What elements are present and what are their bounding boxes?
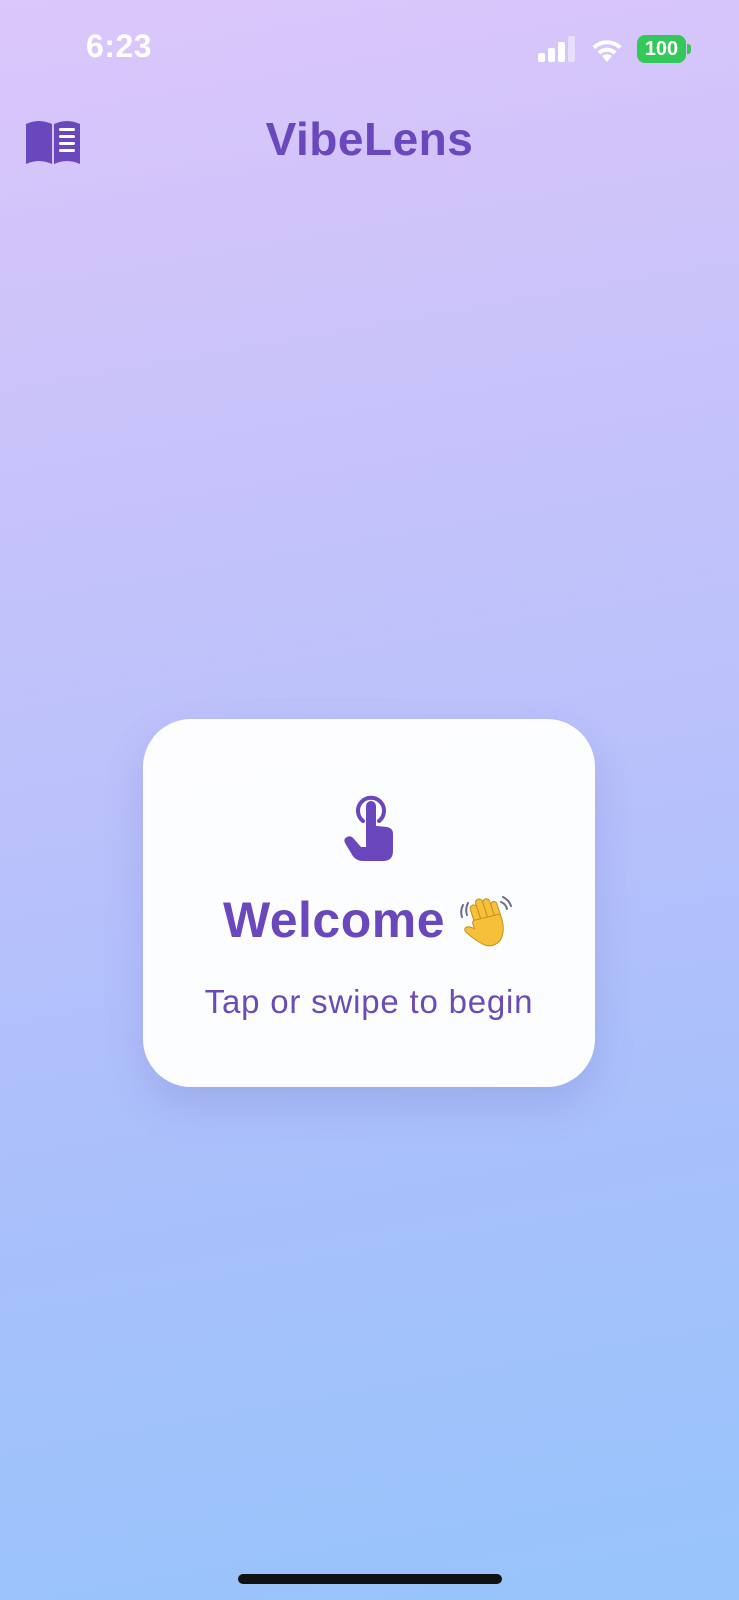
battery-indicator: 100	[637, 35, 691, 63]
battery-tip	[687, 44, 691, 54]
status-time: 6:23	[86, 28, 153, 64]
wifi-icon	[592, 40, 622, 62]
welcome-subtitle: Tap or swipe to begin	[204, 983, 534, 1020]
home-indicator[interactable]	[238, 1574, 502, 1584]
welcome-card[interactable]: Welcome Tap or swipe to begin	[143, 719, 595, 1087]
welcome-title: Welcome	[222, 892, 446, 948]
tap-hand-icon	[344, 795, 393, 861]
app-title: VibeLens	[265, 113, 474, 165]
status-bar: 6:23 100	[0, 0, 739, 100]
waving-hand-icon	[460, 896, 513, 947]
cellular-signal-icon	[538, 36, 575, 62]
welcome-heading: Welcome	[143, 891, 595, 949]
battery-level: 100	[637, 35, 686, 63]
